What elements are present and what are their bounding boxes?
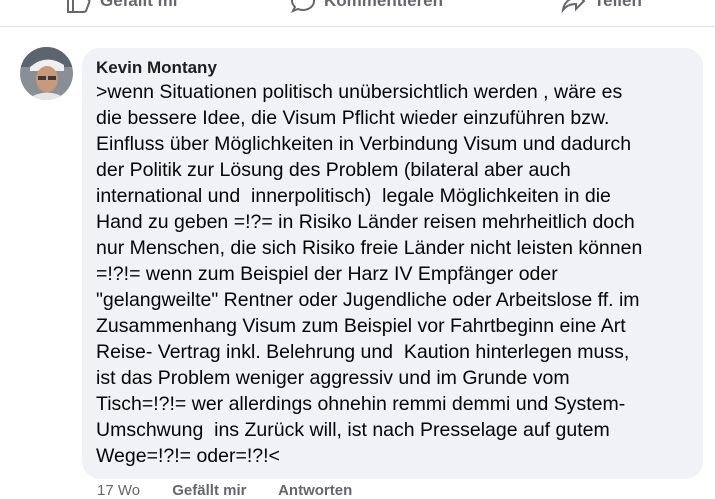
comment-bubble: Kevin Montany >wenn Situationen politisc… (82, 48, 703, 479)
comment-button[interactable]: Kommentieren (290, 0, 443, 14)
comment-line: =!?!= wenn zum Beispiel der Harz IV Empf… (96, 263, 558, 285)
comment-line: ist das Problem weniger aggressiv und im… (96, 367, 570, 389)
share-button[interactable]: Teilen (560, 0, 642, 14)
like-label: Gefällt mi (100, 0, 178, 10)
comment-line: Reise- Vertrag inkl. Belehrung und Kauti… (96, 341, 630, 363)
comment-line: Einfluss über Möglichkeiten in Verbindun… (96, 133, 632, 155)
comment-line: Zusammenhang Visum zum Beispiel vor Fahr… (96, 315, 626, 337)
profile-photo (20, 47, 73, 100)
comment-line: Wege=!?!= oder=!?!< (96, 445, 280, 467)
post-action-bar: Gefällt mi Kommentieren Teilen (0, 0, 715, 27)
comment-line: Hand zu geben =!?= in Risiko Länder reis… (96, 211, 635, 233)
like-button[interactable]: Gefällt mi (66, 0, 177, 14)
comment-line: Tisch=!?!= wer allerdings ohnehin remmi … (96, 393, 626, 415)
comment-line: >wenn Situationen politisch unübersichtl… (96, 81, 623, 103)
comment-line: nur Menschen, die sich Risiko freie Länd… (96, 237, 643, 259)
thumbs-up-icon (67, 0, 91, 13)
share-label: Teilen (594, 0, 642, 10)
comment-text: >wenn Situationen politisch unübersichtl… (96, 79, 689, 469)
comment-line: Umschwung ins Zurück will, ist nach Pres… (96, 419, 610, 441)
comment-footer: 17 Wo Gefällt mir Antworten (97, 482, 380, 499)
comment-timestamp[interactable]: 17 Wo (97, 482, 140, 499)
comment-reply-link[interactable]: Antworten (278, 482, 352, 499)
comment-author[interactable]: Kevin Montany (96, 58, 689, 78)
comment-label: Kommentieren (324, 0, 444, 10)
speech-bubble-icon (290, 0, 316, 13)
share-arrow-icon (561, 0, 586, 13)
comment-line: international und innerpolitisch) legale… (96, 185, 611, 207)
comment-line: die bessere Idee, die Visum Pflicht wied… (96, 107, 610, 129)
comment-line: "gelangweilte" Rentner oder Jugendliche … (96, 289, 640, 311)
avatar[interactable] (20, 47, 73, 100)
comment-like-link[interactable]: Gefällt mir (172, 482, 246, 499)
comment-line: der Politik zur Lösung des Problem (bila… (96, 159, 571, 181)
